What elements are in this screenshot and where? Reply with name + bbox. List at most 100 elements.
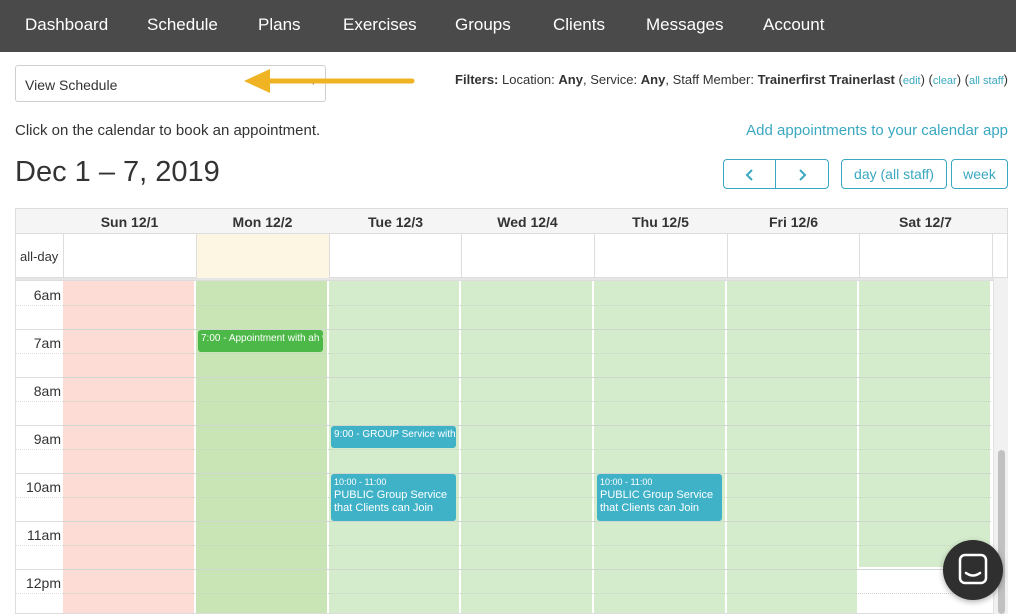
time-label-10am: 10am <box>25 479 61 495</box>
gutter-line <box>16 569 63 570</box>
calendar-header: Sun 12/1 Mon 12/2 Tue 12/3 Wed 12/4 Thu … <box>16 209 1007 234</box>
day-header-mon: Mon 12/2 <box>232 214 293 230</box>
day-header-fri: Fri 12/6 <box>768 214 819 230</box>
event-appointment[interactable]: 7:00 - Appointment with ah wh <box>198 330 323 352</box>
event-group-service[interactable]: 9:00 - GROUP Service with Wo <box>331 426 456 448</box>
all-day-label: all-day <box>20 249 59 264</box>
location-value: Any <box>558 72 583 87</box>
booking-hint: Click on the calendar to book an appoint… <box>15 122 321 139</box>
day-header-tue: Tue 12/3 <box>368 214 423 230</box>
all-day-cell[interactable] <box>727 234 859 278</box>
gutter-half-line <box>16 401 63 402</box>
event-title: Appointment with ah wh <box>228 333 323 344</box>
time-grid[interactable]: 6am 7am 8am 9am 10am 11am 12pm 7:00 - Ap… <box>16 281 1007 613</box>
event-title: PUBLIC Group Service that Clients can Jo… <box>334 489 448 514</box>
nav-messages[interactable]: Messages <box>646 15 723 35</box>
hour-line <box>63 425 991 426</box>
service-value: Any <box>640 72 666 87</box>
clear-filters-link[interactable]: clear <box>933 75 957 87</box>
day-column-sun[interactable] <box>63 281 194 613</box>
hour-line <box>63 521 991 522</box>
day-column-fri[interactable] <box>727 281 857 613</box>
chevron-left-icon <box>745 169 753 182</box>
edit-filters-link[interactable]: edit <box>903 75 921 87</box>
service-label: Service: <box>590 72 638 87</box>
gutter-half-line <box>16 449 63 450</box>
gutter-half-line <box>16 353 63 354</box>
gutter-line <box>16 521 63 522</box>
gutter-half-line <box>16 593 63 594</box>
day-header-sat: Sat 12/7 <box>899 214 952 230</box>
prev-week-button[interactable] <box>723 159 776 189</box>
time-label-11am: 11am <box>27 527 61 543</box>
nav-plans[interactable]: Plans <box>258 15 301 35</box>
hour-line <box>63 569 991 570</box>
event-public-group-service[interactable]: 10:00 - 11:00 PUBLIC Group Service that … <box>597 474 722 521</box>
all-day-cell[interactable] <box>329 234 461 278</box>
chat-bubble-icon <box>958 553 988 585</box>
all-day-cell-spacer <box>992 234 1007 278</box>
time-label-7am: 7am <box>33 335 61 351</box>
next-week-button[interactable] <box>775 159 829 189</box>
hour-line <box>63 377 991 378</box>
chat-launcher-button[interactable] <box>943 540 1003 600</box>
all-day-row: all-day <box>16 234 1007 278</box>
gutter-line <box>16 377 63 378</box>
dropdown-selected-value: View Schedule <box>25 77 118 93</box>
half-hour-line <box>63 305 991 306</box>
day-all-staff-button[interactable]: day (all staff) <box>841 159 947 189</box>
all-staff-link[interactable]: all staff <box>969 75 1004 87</box>
nav-exercises[interactable]: Exercises <box>343 15 417 35</box>
annotation-arrow-icon <box>244 69 415 93</box>
location-label: Location: <box>502 72 555 87</box>
half-hour-line <box>63 497 991 498</box>
event-time: 10:00 - 11:00 <box>600 477 653 487</box>
all-day-cell[interactable] <box>461 234 594 278</box>
event-title: GROUP Service with Wo <box>362 429 456 440</box>
all-day-cell[interactable] <box>63 234 196 278</box>
event-time: 10:00 - 11:00 <box>334 477 387 487</box>
all-day-cell[interactable] <box>859 234 992 278</box>
staff-label: Staff Member: <box>672 72 754 87</box>
filters-summary: Filters: Location: Any, Service: Any, St… <box>455 72 1008 87</box>
day-header-thu: Thu 12/5 <box>632 214 689 230</box>
time-label-6am: 6am <box>33 287 61 303</box>
event-title: PUBLIC Group Service that Clients can Jo… <box>600 489 714 514</box>
day-header-sun: Sun 12/1 <box>100 214 159 230</box>
all-day-cell[interactable] <box>594 234 727 278</box>
half-hour-line <box>63 593 991 594</box>
gutter-half-line <box>16 497 63 498</box>
half-hour-line <box>63 545 991 546</box>
hour-line <box>63 473 991 474</box>
nav-groups[interactable]: Groups <box>455 15 511 35</box>
week-view-button[interactable]: week <box>951 159 1008 189</box>
filters-label: Filters: <box>455 72 499 87</box>
event-public-group-service[interactable]: 10:00 - 11:00 PUBLIC Group Service that … <box>331 474 456 521</box>
top-navigation: Dashboard Schedule Plans Exercises Group… <box>0 0 1016 52</box>
day-column-thu[interactable] <box>594 281 725 613</box>
half-hour-line <box>63 353 991 354</box>
half-hour-line <box>63 401 991 402</box>
event-time: 9:00 <box>334 429 354 440</box>
nav-clients[interactable]: Clients <box>553 15 605 35</box>
time-label-12pm: 12pm <box>25 575 61 591</box>
nav-account[interactable]: Account <box>763 15 824 35</box>
gutter-line <box>16 329 63 330</box>
gutter-line <box>16 473 63 474</box>
nav-dashboard[interactable]: Dashboard <box>25 15 108 35</box>
half-hour-line <box>63 449 991 450</box>
staff-value: Trainerfirst Trainerlast <box>757 72 895 87</box>
gutter-line <box>16 425 63 426</box>
all-day-cell-today[interactable] <box>196 234 329 278</box>
week-calendar: Sun 12/1 Mon 12/2 Tue 12/3 Wed 12/4 Thu … <box>15 208 1008 614</box>
day-column-wed[interactable] <box>461 281 592 613</box>
gutter-half-line <box>16 545 63 546</box>
time-label-9am: 9am <box>33 431 61 447</box>
date-range-title: Dec 1 – 7, 2019 <box>15 156 220 188</box>
add-to-calendar-app-link[interactable]: Add appointments to your calendar app <box>746 122 1008 139</box>
gutter-half-line <box>16 305 63 306</box>
time-label-8am: 8am <box>33 383 61 399</box>
day-header-wed: Wed 12/4 <box>497 214 558 230</box>
day-column-sat[interactable] <box>859 281 990 567</box>
nav-schedule[interactable]: Schedule <box>147 15 218 35</box>
